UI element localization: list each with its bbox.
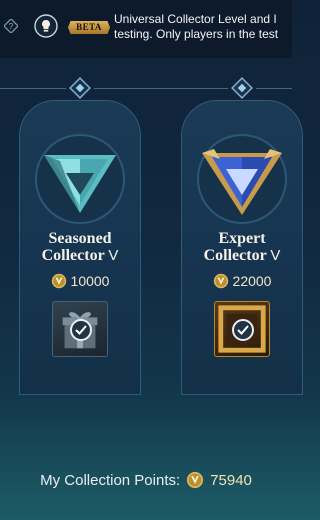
collector-coin-icon (213, 273, 228, 289)
tier-title-line-1: Expert (218, 230, 266, 247)
progress-rail-middle (94, 88, 228, 89)
check-icon (75, 325, 87, 335)
expert-collector-emblem-icon (197, 134, 287, 224)
banner-line-2: testing. Only players in the test (114, 27, 279, 41)
tier-title: Expert Collector V (182, 230, 302, 264)
tier-node-icon (231, 77, 253, 99)
lightbulb-icon (34, 14, 58, 38)
points-value: 10000 (70, 273, 110, 289)
collection-points-label: My Collection Points: (40, 471, 181, 489)
tier-title-line-2: Collector (203, 247, 267, 264)
info-banner: ? BETA Universal Collector Level and I t… (0, 0, 292, 58)
tier-card-expert[interactable]: Expert Collector V 22000 (181, 100, 303, 395)
tier-points: 10000 (20, 272, 140, 290)
progress-rail-left (0, 88, 66, 89)
beta-badge: BETA (68, 21, 110, 34)
banner-line-1: Universal Collector Level and I (114, 12, 277, 26)
claimed-check (70, 319, 92, 341)
claimed-check (232, 319, 254, 341)
reward-item[interactable] (214, 301, 270, 357)
progress-rail-right (256, 88, 292, 89)
collection-points-footer: My Collection Points: 75940 (0, 466, 292, 494)
svg-text:?: ? (9, 22, 14, 31)
collector-coin-icon (187, 471, 204, 489)
tier-rank: V (270, 247, 281, 264)
banner-message: Universal Collector Level and I testing.… (114, 12, 292, 44)
tier-title-line-2: Collector (41, 247, 105, 264)
tier-card-seasoned[interactable]: Seasoned Collector V 10000 (19, 100, 141, 395)
help-icon[interactable]: ? (4, 19, 18, 33)
tier-title: Seasoned Collector V (20, 230, 140, 264)
seasoned-collector-emblem-icon (35, 134, 125, 224)
reward-item[interactable] (52, 301, 108, 357)
check-icon (237, 325, 249, 335)
tier-rank: V (108, 247, 119, 264)
tier-title-line-1: Seasoned (48, 230, 112, 247)
collector-coin-icon (51, 273, 66, 289)
points-value: 22000 (232, 273, 272, 289)
tier-points: 22000 (182, 272, 302, 290)
collection-points-value: 75940 (210, 471, 252, 489)
tier-node-icon (69, 77, 91, 99)
